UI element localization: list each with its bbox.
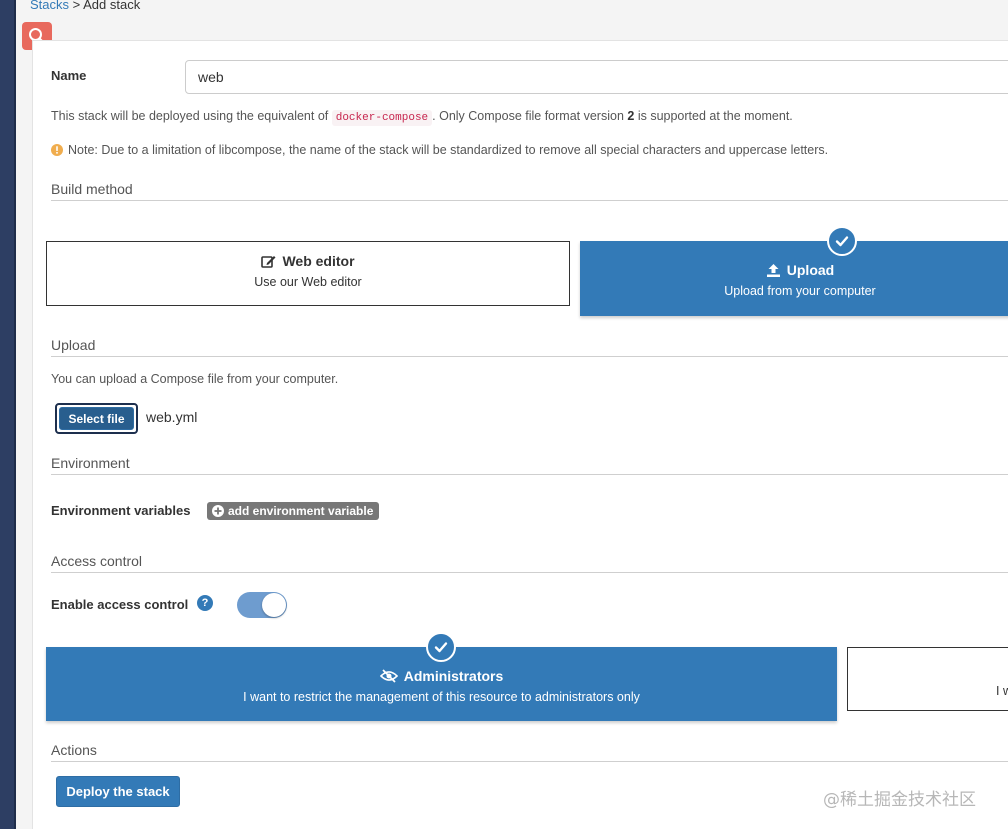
upload-option-subtitle: Upload from your computer bbox=[724, 284, 876, 298]
administrators-subtitle: I want to restrict the management of thi… bbox=[243, 690, 640, 704]
administrators-selected-badge bbox=[426, 632, 456, 662]
access-control-divider bbox=[51, 572, 1008, 573]
compose-info-prefix: This stack will be deployed using the eq… bbox=[51, 109, 329, 123]
administrators-label: Administrators bbox=[403, 668, 504, 684]
web-editor-title: Web editor bbox=[47, 253, 569, 269]
help-icon[interactable]: ? bbox=[197, 595, 213, 611]
selected-file-name: web.yml bbox=[146, 409, 198, 425]
administrators-title: Administrators bbox=[46, 668, 837, 684]
name-label: Name bbox=[51, 68, 87, 83]
environment-title: Environment bbox=[51, 455, 130, 471]
compose-info-text: This stack will be deployed using the eq… bbox=[51, 109, 793, 126]
note-text: Note: Due to a limitation of libcompose,… bbox=[68, 143, 829, 157]
env-vars-label: Environment variables bbox=[51, 503, 191, 518]
compose-info-suffix: is supported at the moment. bbox=[637, 109, 793, 123]
access-control-title: Access control bbox=[51, 553, 143, 569]
check-icon bbox=[835, 236, 849, 247]
upload-option[interactable]: Upload Upload from your computer bbox=[580, 241, 1008, 316]
upload-section-title: Upload bbox=[51, 337, 96, 353]
access-control-toggle[interactable] bbox=[237, 592, 287, 618]
upload-divider bbox=[51, 356, 1008, 357]
web-editor-label: Web editor bbox=[282, 253, 355, 269]
breadcrumb: Stacks > Add stack bbox=[30, 0, 140, 12]
toggle-knob bbox=[262, 593, 286, 617]
name-input[interactable] bbox=[185, 60, 1008, 94]
web-editor-option[interactable]: Web editor Use our Web editor bbox=[46, 241, 570, 306]
breadcrumb-separator: > bbox=[69, 0, 84, 12]
deploy-stack-button[interactable]: Deploy the stack bbox=[56, 776, 180, 807]
check-icon bbox=[434, 642, 448, 653]
plus-circle-icon bbox=[212, 505, 224, 517]
actions-divider bbox=[51, 761, 1008, 762]
eye-slash-icon bbox=[379, 669, 398, 683]
libcompose-note: Note: Due to a limitation of libcompose,… bbox=[51, 143, 828, 157]
breadcrumb-current: Add stack bbox=[83, 0, 141, 12]
web-editor-subtitle: Use our Web editor bbox=[254, 275, 362, 289]
add-env-var-button[interactable]: add environment variable bbox=[207, 502, 380, 520]
select-file-button[interactable]: Select file bbox=[59, 407, 134, 430]
build-method-title: Build method bbox=[51, 181, 133, 197]
upload-option-title: Upload bbox=[580, 262, 1008, 278]
sidebar bbox=[0, 0, 16, 829]
compose-info-mid: . Only Compose file format version bbox=[432, 109, 624, 123]
upload-selected-badge bbox=[827, 226, 857, 256]
restricted-subtitle: I w bbox=[996, 684, 1008, 698]
compose-version: 2 bbox=[627, 109, 635, 123]
restricted-option[interactable]: I w bbox=[847, 647, 1008, 711]
enable-access-label: Enable access control bbox=[51, 597, 189, 612]
environment-divider bbox=[51, 474, 1008, 475]
edit-icon bbox=[261, 255, 276, 268]
upload-icon bbox=[766, 263, 780, 277]
compose-code: docker-compose bbox=[331, 110, 433, 126]
breadcrumb-stacks-link[interactable]: Stacks bbox=[30, 0, 69, 12]
upload-description: You can upload a Compose file from your … bbox=[51, 372, 339, 386]
watermark: @稀土掘金技术社区 bbox=[823, 790, 976, 810]
add-env-var-label: add environment variable bbox=[228, 504, 374, 518]
build-method-divider bbox=[51, 200, 1008, 201]
upload-option-label: Upload bbox=[786, 262, 835, 278]
warning-icon bbox=[51, 144, 63, 156]
actions-title: Actions bbox=[51, 742, 97, 758]
select-file-focus-ring: Select file bbox=[55, 403, 138, 434]
